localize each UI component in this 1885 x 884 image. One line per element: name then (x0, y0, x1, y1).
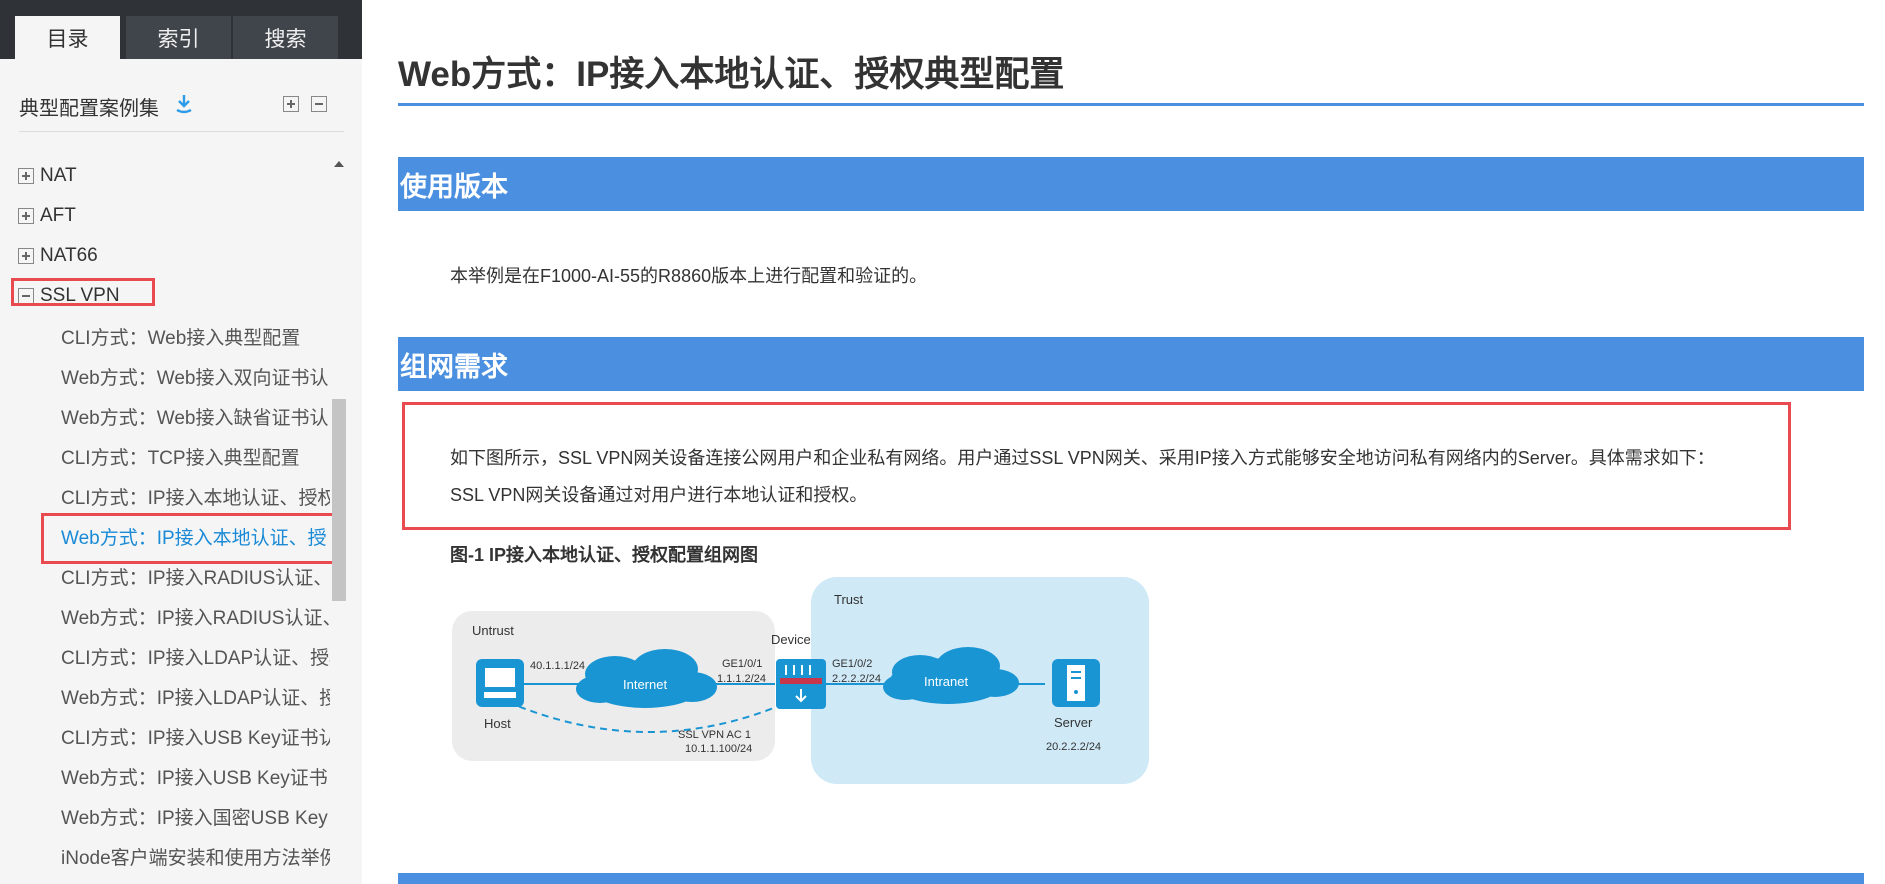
tree-child-item[interactable]: Web方式：IP接入USB Key证书 (0, 761, 330, 791)
tree-child-item[interactable]: CLI方式：IP接入RADIUS认证、 (0, 561, 330, 591)
section-heading-requirements: 组网需求 (398, 337, 1864, 391)
ge2-label: GE1/0/2 (832, 658, 872, 670)
sidebar: 目录 索引 搜索 典型配置案例集 NAT AFT NAT66 SSL VPN C… (0, 0, 362, 884)
host-ip: 40.1.1.1/24 (530, 660, 585, 672)
server-icon (1067, 665, 1085, 701)
keyboard-icon (484, 692, 516, 698)
tree-child-item[interactable]: Web方式：IP接入RADIUS认证、 (0, 601, 330, 631)
tree-child-item[interactable]: Web方式：Web接入双向证书认 (0, 361, 330, 391)
toc-title: 典型配置案例集 (19, 98, 159, 120)
expand-plus-icon[interactable] (18, 248, 34, 264)
trust-label: Trust (834, 592, 864, 607)
tree-child-item[interactable]: CLI方式：IP接入LDAP认证、授权 (0, 641, 330, 671)
intranet-label: Intranet (924, 674, 968, 689)
server-label: Server (1054, 715, 1093, 730)
main-content: Web方式：IP接入本地认证、授权典型配置 使用版本 本举例是在F1000-AI… (362, 0, 1885, 884)
tree-item-label: SSL VPN (40, 285, 120, 306)
tree-child-item-selected[interactable]: Web方式：IP接入本地认证、授 (0, 521, 330, 551)
tree-item-aft[interactable]: AFT (0, 201, 330, 231)
tree-child-item[interactable]: Web方式：IP接入国密USB Key (0, 801, 330, 831)
collapse-minus-icon[interactable] (18, 288, 34, 304)
tree-item-ssl-vpn[interactable]: SSL VPN (0, 281, 330, 311)
version-text: 本举例是在F1000-AI-55的R8860版本上进行配置和验证的。 (450, 266, 928, 286)
tree-child-item[interactable]: iNode客户端安装和使用方法举例 (0, 841, 330, 871)
server-ip: 20.2.2.2/24 (1046, 741, 1101, 753)
tree-child-item[interactable]: Web方式：IP接入LDAP认证、授 (0, 681, 330, 711)
section-heading-next (398, 873, 1864, 884)
tree-child-item[interactable]: CLI方式：IP接入本地认证、授权 (0, 481, 330, 511)
expand-plus-icon[interactable] (18, 168, 34, 184)
expand-plus-icon[interactable] (18, 208, 34, 224)
figure-caption: 图-1 IP接入本地认证、授权配置组网图 (450, 545, 759, 565)
sync-arrow-icon[interactable] (173, 92, 195, 116)
tree-item-nat66[interactable]: NAT66 (0, 241, 330, 271)
ge2-ip: 2.2.2.2/24 (832, 673, 881, 685)
untrust-label: Untrust (472, 623, 514, 638)
device-label: Device (771, 632, 811, 647)
tree-item-nat[interactable]: NAT (0, 161, 330, 191)
ac-label: SSL VPN AC 1 (678, 729, 751, 741)
toc-header: 典型配置案例集 (19, 88, 344, 132)
tab-contents[interactable]: 目录 (15, 16, 120, 59)
tree-item-label: NAT66 (40, 245, 98, 266)
title-divider (398, 103, 1864, 106)
tree-child-item[interactable]: CLI方式：IP接入USB Key证书认 (0, 721, 330, 751)
firewall-icon (780, 678, 822, 684)
sidebar-tabbar: 目录 索引 搜索 (0, 0, 362, 59)
scroll-up-arrow-icon[interactable] (334, 161, 344, 167)
tree-child-item[interactable]: Web方式：Web接入缺省证书认 (0, 401, 330, 431)
tree-child-item[interactable]: CLI方式：Web接入典型配置 (0, 321, 330, 351)
tab-search[interactable]: 搜索 (233, 16, 338, 59)
network-diagram: Untrust Trust Device Host 40.1.1.1/24 In… (452, 577, 1149, 784)
ge1-ip: 1.1.1.2/24 (717, 673, 766, 685)
ac-ip: 10.1.1.100/24 (685, 743, 752, 755)
tab-index[interactable]: 索引 (126, 16, 231, 59)
scroll-thumb[interactable] (332, 399, 346, 601)
collapse-all-icon[interactable] (311, 96, 327, 112)
requirement-text-1: 如下图所示，SSL VPN网关设备连接公网用户和企业私有网络。用户通过SSL V… (450, 448, 1715, 468)
tree-item-label: AFT (40, 205, 76, 226)
sidebar-scrollbar[interactable] (330, 153, 348, 884)
page-title: Web方式：IP接入本地认证、授权典型配置 (398, 55, 1065, 94)
section-heading-version: 使用版本 (398, 157, 1864, 211)
host-label: Host (484, 716, 511, 731)
tree-child-item[interactable]: CLI方式：TCP接入典型配置 (0, 441, 330, 471)
internet-label: Internet (623, 677, 667, 692)
tree-item-label: NAT (40, 165, 77, 186)
ge1-label: GE1/0/1 (722, 658, 762, 670)
requirement-text-2: SSL VPN网关设备通过对用户进行本地认证和授权。 (450, 485, 868, 505)
monitor-icon (485, 668, 515, 687)
expand-all-icon[interactable] (283, 96, 299, 112)
